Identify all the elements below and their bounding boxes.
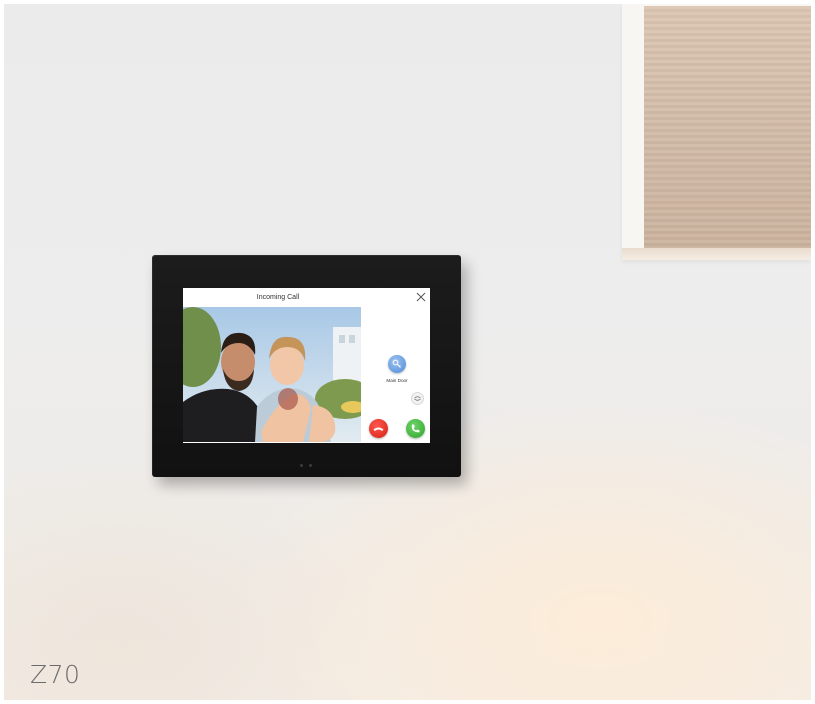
door-label: Main Door bbox=[386, 378, 408, 383]
intercom-panel: Incoming Call Main Door bbox=[152, 255, 461, 477]
wood-edge bbox=[622, 248, 811, 260]
light-sensor bbox=[309, 464, 312, 467]
proximity-sensor bbox=[300, 464, 303, 467]
call-controls: Main Door bbox=[361, 307, 430, 443]
camera-switch-button[interactable] bbox=[411, 392, 424, 405]
answer-icon bbox=[411, 424, 420, 433]
wood-panel bbox=[644, 6, 811, 248]
incoming-call-title: Incoming Call bbox=[256, 294, 300, 301]
model-label: Z70 bbox=[30, 660, 81, 689]
touch-screen: Incoming Call Main Door bbox=[183, 288, 430, 443]
visitor-image bbox=[183, 307, 361, 442]
hangup-icon bbox=[373, 427, 384, 431]
video-feed bbox=[183, 307, 361, 442]
camera-switch-icon bbox=[414, 396, 421, 401]
door-unlock-button[interactable] bbox=[388, 355, 406, 373]
wooden-shelf bbox=[622, 4, 811, 260]
hangup-button[interactable] bbox=[369, 419, 388, 438]
close-icon[interactable] bbox=[415, 290, 427, 302]
key-icon bbox=[392, 359, 401, 368]
answer-button[interactable] bbox=[406, 419, 425, 438]
